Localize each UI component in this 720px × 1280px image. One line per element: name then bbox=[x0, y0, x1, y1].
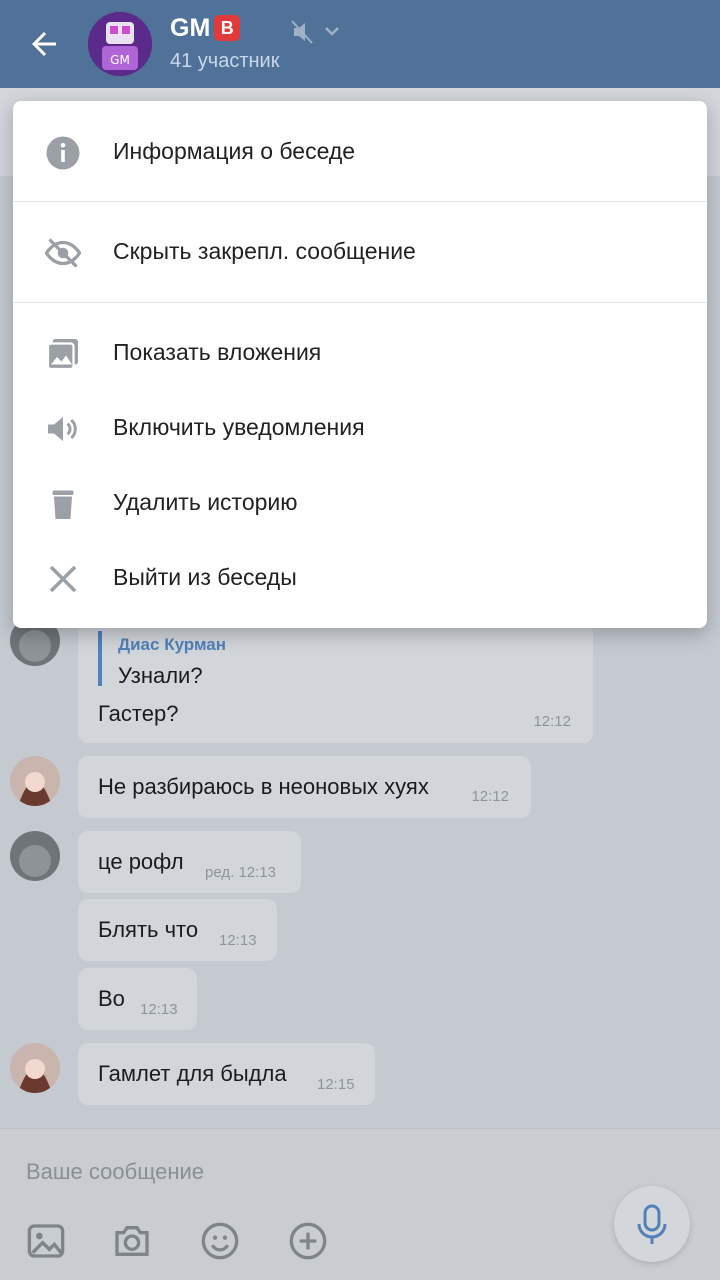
message-bubble[interactable]: Во 12:13 bbox=[78, 968, 197, 1030]
menu-item-label: Удалить историю bbox=[113, 489, 298, 515]
message-text: Гамлет для быдла bbox=[98, 1061, 287, 1086]
microphone-button[interactable] bbox=[614, 1186, 690, 1262]
menu-item-hide-pinned[interactable]: Скрыть закрепл. сообщение bbox=[13, 214, 707, 289]
menu-item-label: Информация о беседе bbox=[113, 138, 356, 164]
reply-bar bbox=[98, 631, 102, 686]
menu-item-label: Выйти из беседы bbox=[113, 564, 297, 590]
svg-text:GM: GM bbox=[110, 53, 130, 67]
edited-label: ред. bbox=[205, 864, 235, 881]
muted-chevron-icon bbox=[291, 20, 339, 44]
message-text: Во bbox=[98, 986, 125, 1011]
members-count: 41 участник bbox=[170, 50, 280, 72]
emoji-icon[interactable] bbox=[200, 1221, 240, 1261]
chat-title[interactable]: GM В bbox=[170, 14, 241, 43]
message-text: Не разбираюсь в неоновых хуях bbox=[98, 774, 429, 799]
message-bubble[interactable]: Не разбираюсь в неоновых хуях 12:12 bbox=[78, 756, 531, 818]
divider bbox=[13, 201, 707, 202]
message-composer: Ваше сообщение bbox=[0, 1128, 720, 1280]
menu-item-label: Включить уведомления bbox=[113, 414, 365, 440]
top-bar: GM GM В 41 участник bbox=[0, 0, 720, 88]
speaker-icon bbox=[48, 417, 77, 441]
gallery-icon[interactable] bbox=[26, 1221, 66, 1261]
menu-item-label: Скрыть закрепл. сообщение bbox=[113, 238, 416, 264]
chat-title-text: GM bbox=[170, 14, 211, 42]
message-time: 12:13 bbox=[219, 932, 257, 949]
message-time: 12:12 bbox=[533, 713, 571, 730]
reply-author: Диас Курман bbox=[118, 635, 227, 654]
message-input[interactable]: Ваше сообщение bbox=[26, 1159, 204, 1185]
attachments-icon bbox=[46, 339, 78, 371]
back-arrow-icon[interactable] bbox=[26, 26, 62, 62]
menu-item-attachments[interactable]: Показать вложения bbox=[13, 315, 707, 390]
avatar[interactable] bbox=[10, 1043, 60, 1093]
chat-options-menu: Информация о беседе Скрыть закрепл. сооб… bbox=[13, 101, 707, 628]
add-icon[interactable] bbox=[288, 1221, 328, 1261]
menu-item-label: Показать вложения bbox=[113, 339, 322, 365]
message-time: 12:12 bbox=[471, 788, 509, 805]
message-time: 12:15 bbox=[317, 1076, 355, 1093]
message-text: це рофл bbox=[98, 849, 184, 874]
avatar[interactable] bbox=[10, 831, 60, 881]
menu-item-info[interactable]: Информация о беседе bbox=[13, 114, 707, 189]
message-bubble[interactable]: Диас Курман Узнали? Гастер? 12:12 bbox=[78, 623, 593, 743]
divider bbox=[13, 302, 707, 303]
message-bubble[interactable]: Гамлет для быдла 12:15 bbox=[78, 1043, 375, 1105]
info-icon bbox=[46, 136, 80, 170]
message-time: ред. 12:13 bbox=[205, 864, 276, 881]
message-text: Блять что bbox=[98, 917, 199, 942]
close-icon bbox=[49, 565, 77, 593]
camera-icon[interactable] bbox=[112, 1221, 152, 1261]
badge-icon: В bbox=[214, 15, 241, 41]
eye-off-icon bbox=[45, 238, 81, 268]
message-bubble[interactable]: Блять что 12:13 bbox=[78, 899, 277, 961]
trash-icon bbox=[52, 490, 74, 519]
message-time: 12:13 bbox=[140, 1001, 178, 1018]
menu-item-leave-chat[interactable]: Выйти из беседы bbox=[13, 540, 707, 615]
chat-avatar[interactable]: GM bbox=[88, 12, 152, 76]
message-bubble[interactable]: це рофл ред. 12:13 bbox=[78, 831, 301, 893]
microphone-icon bbox=[637, 1204, 667, 1244]
time-value: 12:13 bbox=[238, 864, 276, 881]
menu-item-notifications[interactable]: Включить уведомления bbox=[13, 390, 707, 465]
reply-text: Узнали? bbox=[118, 663, 203, 688]
avatar[interactable] bbox=[10, 756, 60, 806]
menu-item-delete-history[interactable]: Удалить историю bbox=[13, 465, 707, 540]
message-text: Гастер? bbox=[98, 701, 179, 726]
